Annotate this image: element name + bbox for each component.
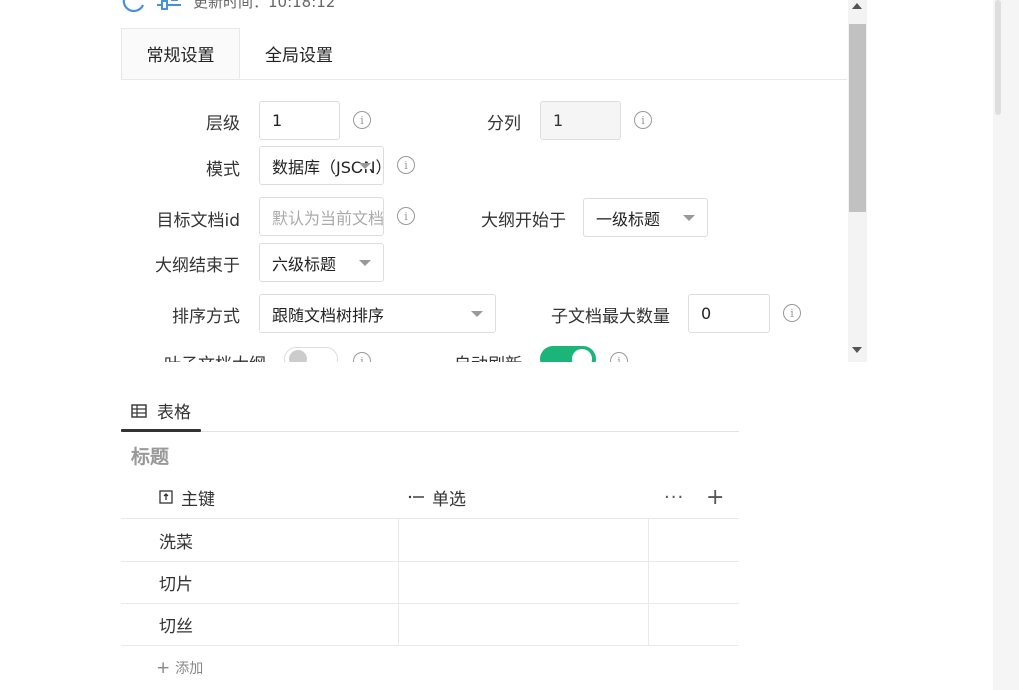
table-row[interactable]: 切片 [121,561,739,604]
view-tab-table[interactable]: 表格 [131,398,191,423]
chevron-down-icon [359,260,371,266]
settings-sliders-icon[interactable] [155,0,185,12]
scroll-up-icon[interactable] [852,3,862,9]
leaf-outline-toggle[interactable] [284,347,338,362]
toggle-knob [289,350,307,362]
max-children-input[interactable]: 0 [688,294,770,333]
columns-label: 分列 [487,114,521,134]
settings-tabs: 常规设置 全局设置 [121,28,847,80]
columns-info-icon[interactable]: i [634,111,652,129]
sort-value: 跟随文档树排序 [272,305,385,325]
add-row-label: 添加 [175,661,204,677]
add-row-button[interactable]: + 添加 [156,658,203,678]
view-tab-bar: 表格 [121,393,739,432]
column-header-key[interactable]: 主键 [159,476,215,518]
window-scrollbar-thumb[interactable] [995,0,1001,115]
tab-global[interactable]: 全局设置 [240,28,358,79]
table-row[interactable]: 切丝 [121,603,739,646]
select-icon [408,495,424,499]
outline-end-label: 大纲结束于 [155,256,240,276]
column-divider [648,603,649,645]
outline-end-value: 六级标题 [272,254,337,274]
view-tab-label: 表格 [157,403,191,423]
auto-refresh-toggle[interactable] [540,346,596,362]
leaf-outline-info-icon[interactable]: i [353,352,371,362]
max-children-label: 子文档最大数量 [551,307,670,327]
chevron-down-icon [359,163,371,169]
refresh-icon[interactable] [121,0,147,12]
sort-label: 排序方式 [172,307,240,327]
table-icon [131,403,147,418]
row-key-cell[interactable]: 切片 [159,561,193,603]
panel-scrollbar-thumb[interactable] [849,24,866,212]
leaf-outline-label: 叶子文档大纲 [164,350,266,362]
mode-label: 模式 [206,160,240,180]
column-divider [648,561,649,603]
mode-info-icon[interactable]: i [397,156,415,174]
active-tab-indicator [121,429,201,432]
row-key-cell[interactable]: 洗菜 [159,519,193,561]
column-divider [648,519,649,561]
scroll-down-icon[interactable] [852,347,862,353]
chevron-down-icon [471,311,483,317]
level-info-icon[interactable]: i [353,111,371,129]
table-row[interactable]: 洗菜 [121,519,739,562]
outline-start-label: 大纲开始于 [481,211,566,231]
add-column-icon[interactable]: + [706,476,724,518]
settings-panel: 更新时间：10:18:12 常规设置 全局设置 层级 1 i 分列 1 i 模式… [121,0,867,362]
column-divider [398,603,399,645]
key-icon [159,490,173,504]
max-children-info-icon[interactable]: i [783,304,801,322]
column-divider [398,519,399,561]
outline-start-value: 一级标题 [596,209,661,229]
columns-input[interactable]: 1 [540,101,621,140]
outline-start-select[interactable]: 一级标题 [583,198,708,237]
target-doc-label: 目标文档id [156,211,240,231]
level-input[interactable]: 1 [259,101,340,140]
target-doc-input[interactable]: 默认为当前文档 [259,197,384,236]
column-header-label: 单选 [432,489,466,510]
target-doc-info-icon[interactable]: i [397,207,415,225]
header-bar: 更新时间：10:18:12 [121,0,335,12]
chevron-down-icon [683,215,695,221]
auto-refresh-label: 自动刷新 [454,350,522,362]
database-title[interactable]: 标题 [131,442,169,469]
plus-icon: + [156,658,171,678]
column-header-select[interactable]: 单选 [408,476,466,518]
row-key-cell[interactable]: 切丝 [159,603,193,645]
column-divider [398,561,399,603]
auto-refresh-info-icon[interactable]: i [610,352,628,362]
toggle-knob [572,349,592,362]
outline-end-select[interactable]: 六级标题 [259,243,384,282]
mode-select[interactable]: 数据库（JSON） [259,146,384,185]
tab-general[interactable]: 常规设置 [121,28,240,79]
column-header-label: 主键 [181,489,215,510]
table-header-row: 主键 单选 ··· + [121,476,739,519]
more-options-icon[interactable]: ··· [664,476,684,518]
update-time: 更新时间：10:18:12 [193,0,336,11]
sort-select[interactable]: 跟随文档树排序 [259,294,496,333]
level-label: 层级 [206,114,240,134]
